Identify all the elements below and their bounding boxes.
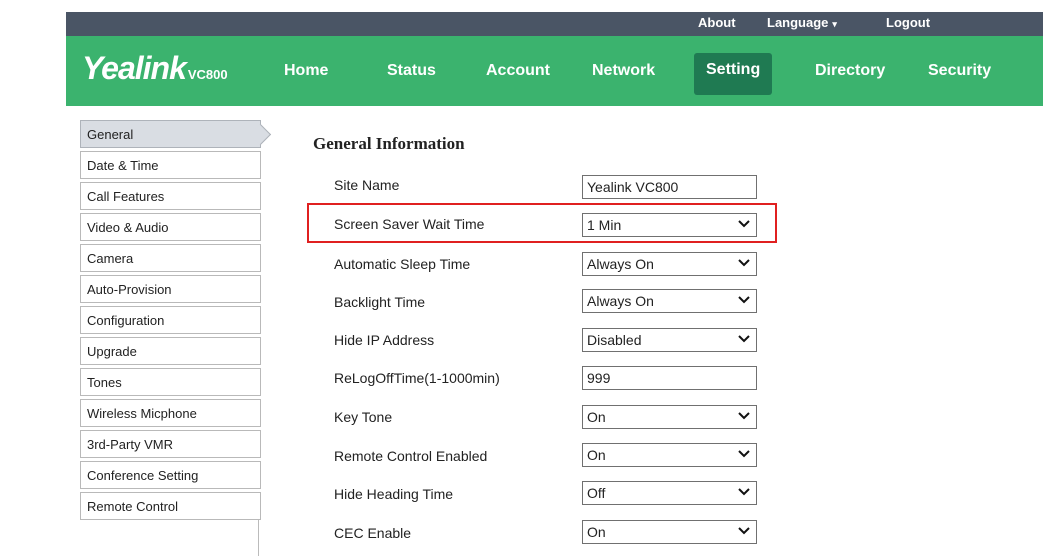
sidebar-item-auto-provision[interactable]: Auto-Provision [80,275,261,303]
site-name-value: Yealink VC800 [587,179,679,195]
sleep-time-value: Always On [587,256,654,272]
key-tone-select[interactable]: On [582,405,757,429]
settings-sidebar: General Date & Time Call Features Video … [80,120,261,523]
key-tone-label: Key Tone [334,409,393,425]
sidebar-item-3rd-party-vmr[interactable]: 3rd-Party VMR [80,430,261,458]
remote-control-value: On [587,447,606,463]
cec-enable-label: CEC Enable [334,525,412,541]
site-name-label: Site Name [334,177,400,193]
site-name-input[interactable]: Yealink VC800 [582,175,757,199]
nav-status[interactable]: Status [387,60,436,92]
sidebar-item-video-audio[interactable]: Video & Audio [80,213,261,241]
nav-security[interactable]: Security [928,60,991,92]
remote-control-label: Remote Control Enabled [334,448,488,464]
nav-setting[interactable]: Setting [694,53,773,95]
cec-enable-value: On [587,524,606,540]
logo-text: Yealink [82,50,187,86]
sidebar-item-date-time[interactable]: Date & Time [80,151,261,179]
nav-network[interactable]: Network [592,60,655,92]
cec-enable-select[interactable]: On [582,520,757,544]
relogoff-value: 999 [587,370,611,386]
backlight-time-label: Backlight Time [334,294,426,310]
nav-account[interactable]: Account [486,60,550,92]
logo-model: VC800 [187,67,228,82]
language-menu[interactable]: Language ▾ [767,15,837,30]
chevron-down-icon [738,450,750,458]
hide-heading-label: Hide Heading Time [334,486,454,502]
relogoff-input[interactable]: 999 [582,366,757,390]
sidebar-item-tones[interactable]: Tones [80,368,261,396]
sidebar-item-conference-setting[interactable]: Conference Setting [80,461,261,489]
chevron-down-icon [738,220,750,228]
hide-ip-select[interactable]: Disabled [582,328,757,352]
top-utility-bar: About Language ▾ Logout [66,12,1043,36]
sidebar-item-call-features[interactable]: Call Features [80,182,261,210]
section-title: General Information [313,134,465,153]
nav-home[interactable]: Home [284,60,328,92]
hide-heading-select[interactable]: Off [582,481,757,505]
hide-ip-value: Disabled [587,332,642,348]
remote-control-select[interactable]: On [582,443,757,467]
chevron-down-icon [738,527,750,535]
nav-directory[interactable]: Directory [815,60,885,92]
sidebar-item-configuration[interactable]: Configuration [80,306,261,334]
sidebar-divider [258,520,259,556]
hide-ip-label: Hide IP Address [334,332,435,348]
backlight-time-select[interactable]: Always On [582,289,757,313]
screen-saver-value: 1 Min [587,217,622,233]
sidebar-item-remote-control[interactable]: Remote Control [80,492,261,520]
hide-heading-value: Off [587,485,606,501]
sidebar-item-camera[interactable]: Camera [80,244,261,272]
screen-saver-select[interactable]: 1 Min [582,213,757,237]
relogoff-label: ReLogOffTime(1-1000min) [334,370,500,386]
chevron-down-icon [738,488,750,496]
main-header: Yealink VC800 Home Status Account Network… [66,36,1043,106]
chevron-down-icon [738,412,750,420]
language-label: Language [767,15,829,30]
about-link[interactable]: About [698,15,736,30]
chevron-down-icon [738,335,750,343]
sidebar-item-general[interactable]: General [80,120,261,148]
brand-logo: Yealink VC800 [82,50,228,87]
chevron-down-icon [738,259,750,267]
sleep-time-select[interactable]: Always On [582,252,757,276]
sidebar-item-upgrade[interactable]: Upgrade [80,337,261,365]
screen-saver-label: Screen Saver Wait Time [334,216,485,232]
chevron-down-icon [738,296,750,304]
logout-link[interactable]: Logout [886,15,930,30]
chevron-down-icon: ▾ [832,19,837,29]
sleep-time-label: Automatic Sleep Time [334,256,471,272]
sidebar-item-wireless-micphone[interactable]: Wireless Micphone [80,399,261,427]
backlight-time-value: Always On [587,293,654,309]
key-tone-value: On [587,409,606,425]
